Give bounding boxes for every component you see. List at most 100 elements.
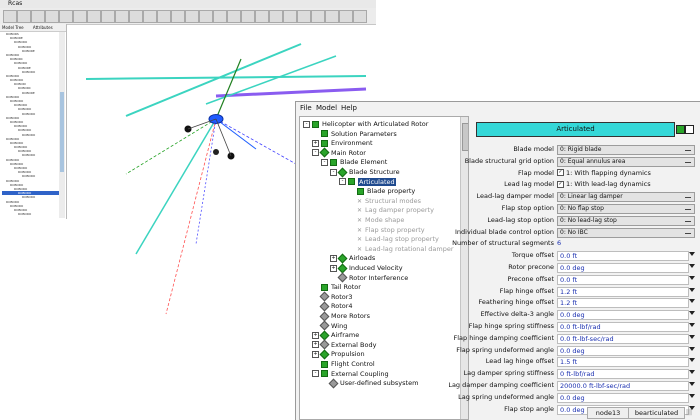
collapse-icon[interactable]: - [321,158,328,166]
expand-icon[interactable]: + [312,350,319,358]
tree-item[interactable]: Rotor Interference [330,272,408,283]
property-value-field[interactable]: 20000.0 ft-lbf-sec/rad [557,381,689,391]
property-value-field[interactable]: 0 ft-lbf/rad [557,369,689,380]
tree-item[interactable]: Wing [312,320,347,331]
tab-attributes[interactable]: Attributes [33,25,53,30]
tree-item[interactable]: ✕ Structural modes [348,197,421,206]
tree-item[interactable]: Flight Control [312,360,375,369]
collapse-icon[interactable]: - [312,149,319,157]
expand-icon[interactable]: + [312,341,319,349]
unit-dropdown-icon[interactable] [689,264,695,268]
tree-item[interactable]: - Helicopter with Articulated Rotor [303,120,428,129]
collapse-icon[interactable]: - [303,120,310,128]
tree-item[interactable]: + Airframe [312,330,359,341]
tree-item[interactable]: + Airloads [330,253,375,264]
property-value-field[interactable]: 0.0 ft [557,274,689,285]
option-button[interactable]: 0: Rigid blade [557,145,695,155]
tree-item[interactable]: - External Coupling [312,370,389,379]
tree-item[interactable]: User-defined subsystem [321,378,418,389]
unit-dropdown-icon[interactable] [689,334,695,339]
option-button[interactable]: 0: No lead-lag stop [557,215,695,226]
background-toolbar-button[interactable] [45,10,59,23]
tree-item[interactable]: More Rotors [312,311,370,321]
background-toolbar-button[interactable] [339,10,353,23]
background-toolbar-button[interactable] [241,10,255,23]
unit-dropdown-icon[interactable] [689,287,695,292]
expand-icon[interactable]: + [312,331,319,339]
tree-item[interactable]: Rotor3 [312,291,353,302]
property-value-field[interactable]: 0.0 deg [557,310,689,321]
collapse-icon[interactable]: - [339,178,346,186]
background-toolbar-button[interactable] [213,10,227,23]
unit-dropdown-icon[interactable] [689,311,695,316]
option-button[interactable]: 0: No IBC [557,227,695,238]
background-toolbar-button[interactable] [199,10,213,23]
background-toolbar-button[interactable] [101,10,115,23]
unit-dropdown-icon[interactable] [689,299,695,304]
collapse-icon[interactable]: - [330,168,337,176]
unit-dropdown-icon[interactable] [689,275,695,280]
scroll-thumb[interactable] [60,92,64,172]
tree-item[interactable]: ✕ Flap stop property [348,226,425,235]
tree-item[interactable]: + Environment [312,139,373,148]
background-toolbar-button[interactable] [171,10,185,23]
checkbox-check-icon[interactable]: ✓ [557,169,564,177]
tab-model-tree[interactable]: Model Tree [2,25,24,30]
expand-icon[interactable]: + [312,139,319,147]
background-toolbar-button[interactable] [283,10,297,23]
menu-file[interactable]: File [300,103,312,113]
tree-item[interactable]: ✕ Lead-lag rotational damper [348,245,454,254]
background-toolbar-button[interactable] [325,10,339,23]
background-tree-scrollbar[interactable] [59,32,65,218]
expand-icon[interactable]: + [330,264,337,272]
background-toolbar-button[interactable] [255,10,269,23]
background-toolbar-button[interactable] [311,10,325,23]
tree-item[interactable]: - Blade Element [321,158,387,167]
tree-item[interactable]: + Propulsion [312,349,365,360]
background-toolbar-button[interactable] [353,10,367,23]
background-toolbar-button[interactable] [31,10,45,23]
resize-grip-icon[interactable]: ||| [686,409,696,417]
background-toolbar-button[interactable] [185,10,199,23]
unit-dropdown-icon[interactable] [689,358,695,363]
background-toolbar-button[interactable] [115,10,129,23]
unit-dropdown-icon[interactable] [689,393,695,398]
enabled-indicator-icon[interactable] [676,125,685,134]
property-value-field[interactable]: 1.5 ft [557,357,689,368]
option-button[interactable]: 0: No flap stop [557,204,695,214]
tree-item[interactable]: ✕ Lag damper property [348,206,434,215]
tree-item[interactable]: + Induced Velocity [330,263,403,273]
property-value-field[interactable]: 0.0 deg [557,263,689,273]
unit-dropdown-icon[interactable] [689,346,695,351]
tree-item[interactable]: - Articulated [339,177,396,187]
unit-dropdown-icon[interactable] [689,382,695,386]
option-checkbox[interactable]: ✓ 1: With flapping dynamics [557,168,651,179]
checkbox-check-icon[interactable]: ✓ [557,180,564,188]
option-button[interactable]: 0: Linear lag damper [557,192,695,203]
property-value[interactable]: 6 [557,238,561,249]
background-toolbar-button[interactable] [227,10,241,23]
background-toolbar-button[interactable] [3,10,17,23]
property-value-field[interactable]: 0.0 ft-lbf-sec/rad [557,333,689,344]
property-value-field[interactable]: 1.2 ft [557,286,689,297]
menu-help[interactable]: Help [341,103,357,113]
detail-toggle-icon[interactable] [685,125,694,134]
tree-item[interactable]: Blade property [348,187,415,196]
unit-dropdown-icon[interactable] [689,252,695,257]
tree-item[interactable]: - Blade Structure [330,167,400,177]
tree-item[interactable]: Tail Rotor [312,283,361,292]
tree-item[interactable]: Solution Parameters [312,130,397,139]
background-toolbar-button[interactable] [143,10,157,23]
property-value-field[interactable]: 0.0 ft-lbf/rad [557,322,689,332]
property-value-field[interactable]: 0.0 deg [557,345,689,356]
menu-model[interactable]: Model [316,103,337,113]
property-value-field[interactable]: 1.2 ft [557,298,689,309]
background-toolbar-button[interactable] [73,10,87,23]
property-value-field[interactable]: 0.0 ft [557,251,689,262]
background-toolbar-button[interactable] [269,10,283,23]
unit-dropdown-icon[interactable] [689,370,695,375]
unit-dropdown-icon[interactable] [689,323,695,327]
background-toolbar-button[interactable] [157,10,171,23]
tree-item[interactable]: ✕ Lead-lag stop property [348,235,439,244]
option-button[interactable]: 0: Equal annulus area [557,156,695,167]
